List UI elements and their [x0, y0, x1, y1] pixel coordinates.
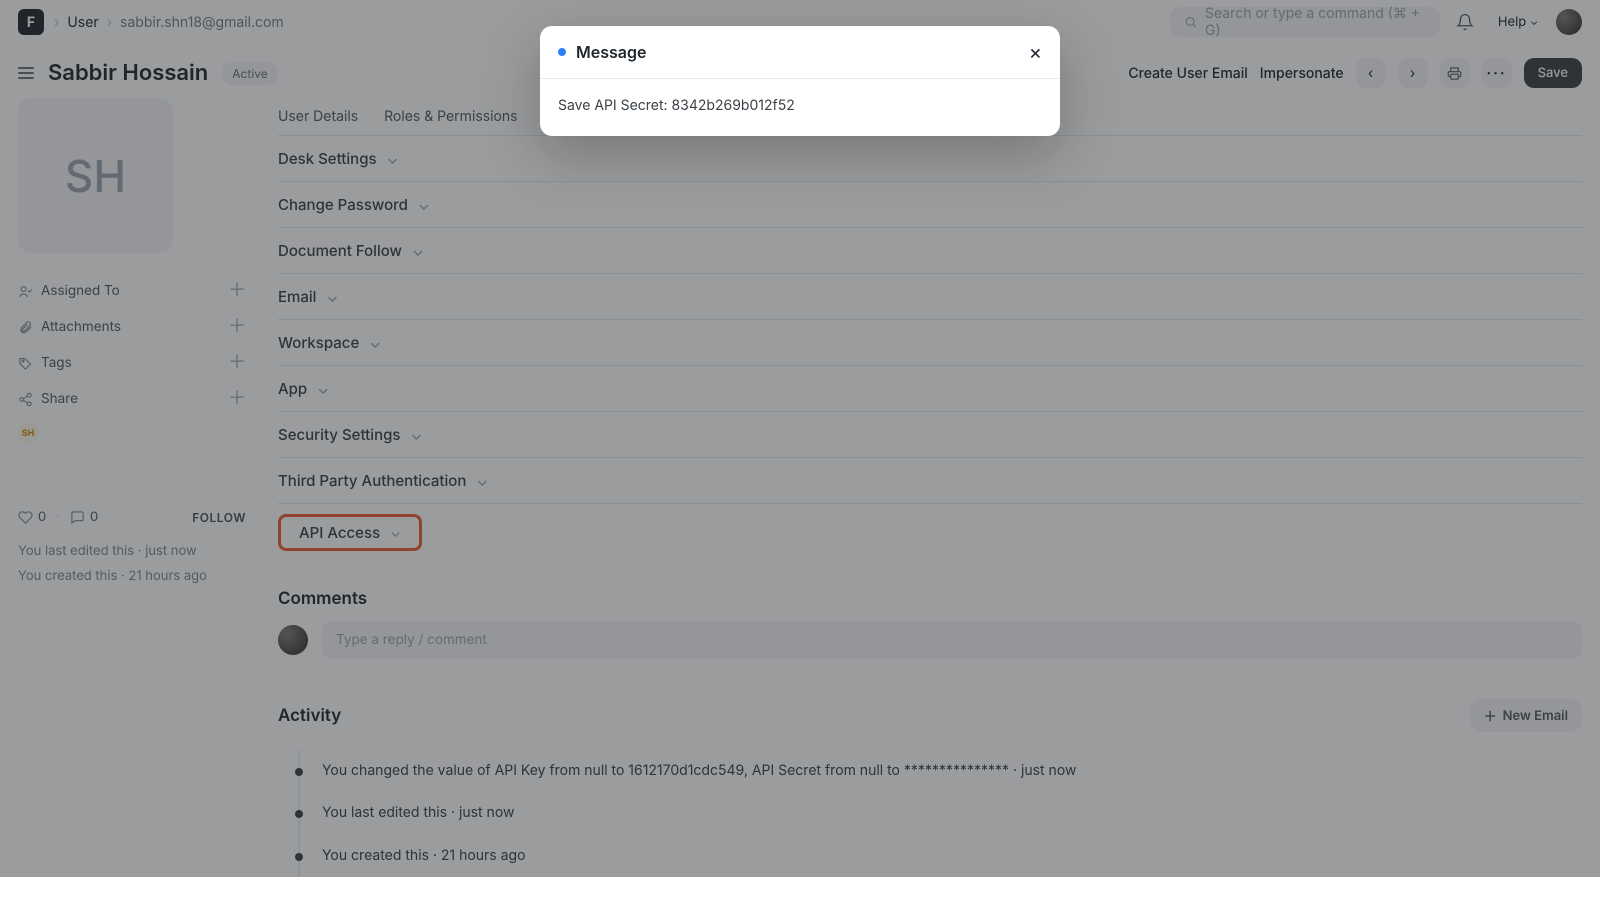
close-button[interactable]: × — [1029, 42, 1042, 62]
modal-body: Save API Secret: 8342b269b012f52 — [540, 79, 1060, 136]
status-dot-icon — [558, 48, 566, 56]
modal-scrim[interactable]: Message × Save API Secret: 8342b269b012f… — [0, 0, 1600, 877]
close-icon: × — [1029, 40, 1042, 64]
modal-title: Message — [576, 42, 646, 62]
message-dialog: Message × Save API Secret: 8342b269b012f… — [540, 26, 1060, 136]
